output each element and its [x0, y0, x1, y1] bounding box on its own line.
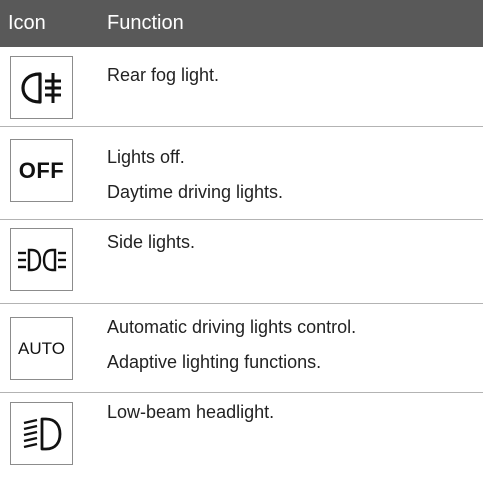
- light-functions-table: Icon Function Rear fog light. OFF Lights…: [0, 0, 483, 484]
- function-text: Lights off.: [107, 147, 185, 167]
- header-icon-column: Icon: [8, 12, 46, 34]
- rear-fog-light-icon: [10, 56, 73, 119]
- function-text: Side lights.: [107, 232, 196, 252]
- function-text: Rear fog light.: [107, 65, 220, 85]
- table-row: Side lights.: [0, 220, 483, 304]
- low-beam-headlight-icon: [10, 402, 73, 465]
- table-row: Low-beam headlight.: [0, 393, 483, 484]
- table-row: Rear fog light.: [0, 47, 483, 127]
- function-text: Daytime driving lights.: [107, 182, 284, 202]
- function-text: Adaptive lighting functions.: [107, 352, 322, 372]
- table-header: Icon Function: [0, 0, 483, 47]
- side-lights-icon: [10, 228, 73, 291]
- function-text: Automatic driving lights control.: [107, 317, 357, 337]
- function-text: Low-beam headlight.: [107, 402, 275, 422]
- table-row: AUTO Automatic driving lights control. A…: [0, 304, 483, 393]
- auto-lights-icon: AUTO: [10, 317, 73, 380]
- lights-off-icon: OFF: [10, 139, 73, 202]
- table-row: OFF Lights off. Daytime driving lights.: [0, 127, 483, 220]
- header-function-column: Function: [107, 12, 184, 34]
